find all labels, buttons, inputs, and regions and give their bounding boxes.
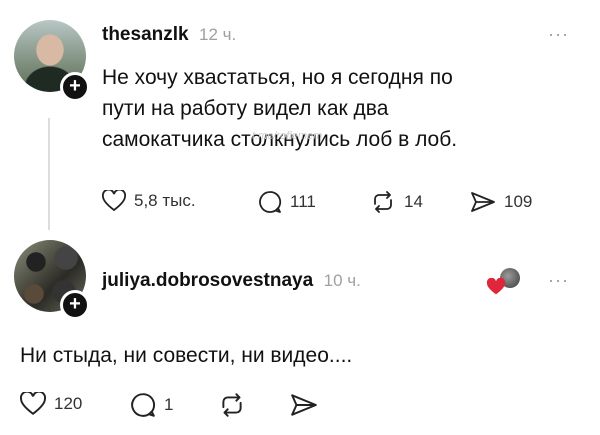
heart-icon	[102, 190, 126, 212]
like-button[interactable]: 120	[20, 392, 82, 416]
like-count: 5,8 тыс.	[134, 191, 196, 210]
post-text-line: самокатчика столкнулись лоб в лоб.	[102, 128, 458, 151]
post-text-line: Не хочу хвастаться, но я сегодня по	[102, 66, 453, 89]
more-icon[interactable]: ···	[548, 270, 569, 291]
comment-button[interactable]: 1	[130, 392, 173, 418]
reaction-heart-icon	[486, 278, 506, 295]
repost-button[interactable]: 14	[370, 190, 423, 214]
repost-icon	[222, 393, 242, 417]
thread-line	[48, 118, 50, 230]
heart-icon	[20, 392, 46, 415]
more-icon[interactable]: ···	[548, 24, 569, 45]
repost-button[interactable]	[218, 392, 246, 418]
share-count: 109	[504, 192, 533, 211]
username[interactable]: juliya.dobrosovestnaya	[102, 270, 313, 291]
comment-count: 111	[290, 192, 316, 211]
comment-button[interactable]: 111	[258, 190, 316, 214]
watermark: t.me/roflemem	[252, 130, 323, 142]
post-text: Не хочу хвастаться, но я сегодня по пути…	[102, 62, 562, 155]
share-icon	[471, 192, 495, 212]
comment-icon	[131, 393, 156, 417]
share-button[interactable]	[290, 392, 318, 418]
comment-count: 1	[164, 395, 174, 414]
like-button[interactable]: 5,8 тыс.	[102, 190, 196, 212]
like-count: 120	[54, 394, 83, 413]
comment-icon	[259, 191, 282, 213]
username[interactable]: thesanzlk	[102, 24, 189, 45]
follow-plus-icon[interactable]: +	[60, 72, 90, 102]
timestamp: 12 ч.	[199, 25, 237, 44]
post-header: thesanzlk 12 ч.	[102, 24, 236, 46]
repost-count: 14	[404, 192, 423, 211]
post-text: Ни стыда, ни совести, ни видео....	[20, 344, 353, 367]
follow-plus-icon[interactable]: +	[60, 290, 90, 320]
timestamp: 10 ч.	[323, 271, 361, 290]
repost-icon	[374, 191, 392, 213]
post-text-line: пути на работу видел как два	[102, 97, 389, 120]
share-button[interactable]: 109	[470, 190, 532, 214]
share-icon	[291, 394, 317, 416]
post-header: juliya.dobrosovestnaya 10 ч.	[102, 270, 361, 292]
